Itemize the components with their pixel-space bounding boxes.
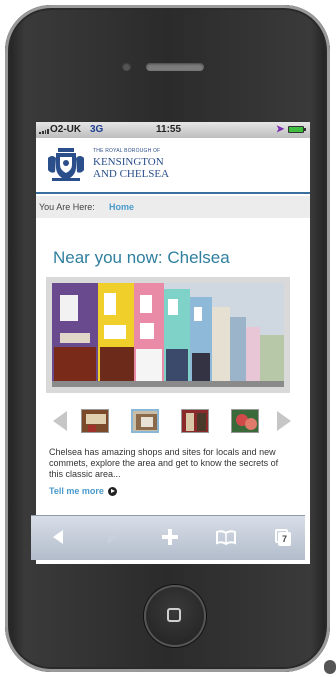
thumbnail-4[interactable] (231, 409, 259, 433)
thumbnail-2[interactable] (131, 409, 159, 433)
pages-icon[interactable]: 7 (271, 527, 293, 547)
home-button[interactable] (144, 585, 206, 647)
next-arrow-icon[interactable] (277, 411, 291, 431)
description-text: Chelsea has amazing shops and sites for … (49, 447, 279, 479)
tell-me-more-link[interactable]: Tell me more (49, 486, 117, 496)
side-edge-marker (324, 660, 336, 674)
home-square-icon (167, 608, 181, 622)
earpiece-speaker (146, 63, 204, 71)
previous-arrow-icon[interactable] (53, 411, 67, 431)
hero-image[interactable] (46, 277, 290, 393)
back-arrow-icon[interactable] (47, 527, 69, 547)
camera-lens (122, 62, 131, 71)
browser-toolbar: 7 (31, 515, 305, 560)
thumbnail-3[interactable] (181, 409, 209, 433)
pages-count: 7 (278, 532, 291, 546)
tell-me-more-label: Tell me more (49, 486, 104, 496)
forward-arrow-icon[interactable] (102, 527, 124, 547)
thumbnail-strip (51, 407, 295, 435)
add-plus-icon[interactable] (159, 527, 181, 547)
go-arrow-icon (107, 486, 117, 496)
thumbnail-1[interactable] (81, 409, 109, 433)
bookmarks-icon[interactable] (215, 527, 237, 547)
